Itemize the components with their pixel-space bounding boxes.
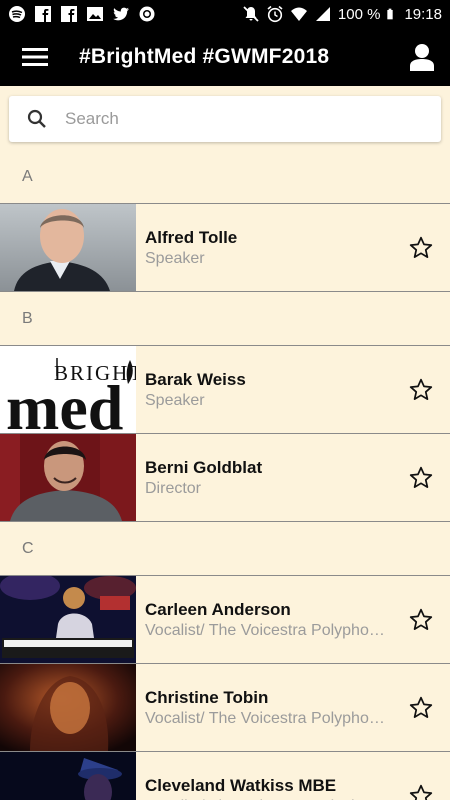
- avatar: [0, 434, 136, 521]
- person-role: Vocalist/ The Voicestra Polyphonic: [145, 621, 385, 639]
- alarm-icon: [267, 5, 283, 23]
- clock: 19:18: [404, 5, 442, 23]
- facebook-icon: [61, 6, 77, 22]
- menu-button[interactable]: [0, 28, 70, 86]
- hamburger-menu-icon: [22, 48, 48, 66]
- twitter-icon: [113, 7, 129, 21]
- person-name: Christine Tobin: [145, 687, 269, 707]
- avatar: BRIGHT med: [0, 346, 136, 433]
- person-name: Alfred Tolle: [145, 227, 238, 247]
- favorite-button[interactable]: [392, 752, 450, 800]
- app-title: #BrightMed #GWMF2018: [79, 45, 330, 68]
- wifi-icon: [290, 7, 307, 21]
- brightmed-logo-bottom: med: [6, 372, 123, 433]
- star-outline-icon: [409, 784, 433, 800]
- person-name: Carleen Anderson: [145, 599, 291, 619]
- favorite-button[interactable]: [392, 204, 450, 291]
- list-item[interactable]: Christine Tobin Vocalist/ The Voicestra …: [0, 664, 450, 752]
- spotify-icon: [9, 6, 25, 22]
- favorite-button[interactable]: [392, 576, 450, 663]
- app-bar: #BrightMed #GWMF2018: [0, 28, 450, 86]
- mute-icon: [243, 6, 259, 22]
- image-icon: [87, 7, 103, 21]
- star-outline-icon: [409, 378, 433, 400]
- person-info: Cleveland Watkiss MBE Vocalist/ The Voic…: [136, 752, 392, 800]
- person-role: Speaker: [145, 249, 205, 267]
- person-info: Berni Goldblat Director: [136, 434, 392, 521]
- section-header-c: C: [0, 522, 450, 576]
- search-input[interactable]: [65, 109, 405, 129]
- facebook-icon: [35, 6, 51, 22]
- star-outline-icon: [409, 696, 433, 718]
- favorite-button[interactable]: [392, 346, 450, 433]
- battery-percent: 100 %: [337, 5, 381, 23]
- signal-icon: [315, 7, 330, 21]
- user-profile-button[interactable]: [394, 28, 450, 86]
- user-icon: [410, 44, 434, 71]
- list-item[interactable]: Carleen Anderson Vocalist/ The Voicestra…: [0, 576, 450, 664]
- list-item[interactable]: Berni Goldblat Director: [0, 434, 450, 522]
- list-item[interactable]: BRIGHT med Barak Weiss Speaker: [0, 346, 450, 434]
- person-info: Barak Weiss Speaker: [136, 346, 392, 433]
- people-list: A Alfred Tolle Speaker B BRIGHT med Bara…: [0, 150, 450, 800]
- section-header-a: A: [0, 150, 450, 204]
- favorite-button[interactable]: [392, 434, 450, 521]
- person-name: Berni Goldblat: [145, 457, 263, 477]
- person-role: Vocalist/ The Voicestra Polyphonic: [145, 709, 385, 727]
- avatar: [0, 664, 136, 751]
- search-bar[interactable]: [9, 96, 441, 142]
- person-role: Director: [145, 479, 202, 497]
- avatar: [0, 752, 136, 800]
- status-bar-notifications: [8, 5, 156, 23]
- section-header-b: B: [0, 292, 450, 346]
- list-item[interactable]: Alfred Tolle Speaker: [0, 204, 450, 292]
- star-outline-icon: [409, 608, 433, 630]
- favorite-button[interactable]: [392, 664, 450, 751]
- person-name: Cleveland Watkiss MBE: [145, 775, 337, 795]
- person-info: Carleen Anderson Vocalist/ The Voicestra…: [136, 576, 392, 663]
- battery-icon: [387, 8, 394, 20]
- person-role: Speaker: [145, 391, 205, 409]
- person-name: Barak Weiss: [145, 369, 246, 389]
- avatar: [0, 576, 136, 663]
- status-bar: 100 % 19:18: [0, 0, 450, 28]
- star-outline-icon: [409, 466, 433, 488]
- star-outline-icon: [409, 236, 433, 258]
- avatar: [0, 204, 136, 291]
- person-info: Christine Tobin Vocalist/ The Voicestra …: [136, 664, 392, 751]
- status-bar-system: 100 % 19:18: [242, 5, 442, 23]
- circle-icon: [139, 6, 155, 22]
- list-item[interactable]: Cleveland Watkiss MBE Vocalist/ The Voic…: [0, 752, 450, 800]
- search-icon[interactable]: [9, 109, 65, 129]
- person-info: Alfred Tolle Speaker: [136, 204, 392, 291]
